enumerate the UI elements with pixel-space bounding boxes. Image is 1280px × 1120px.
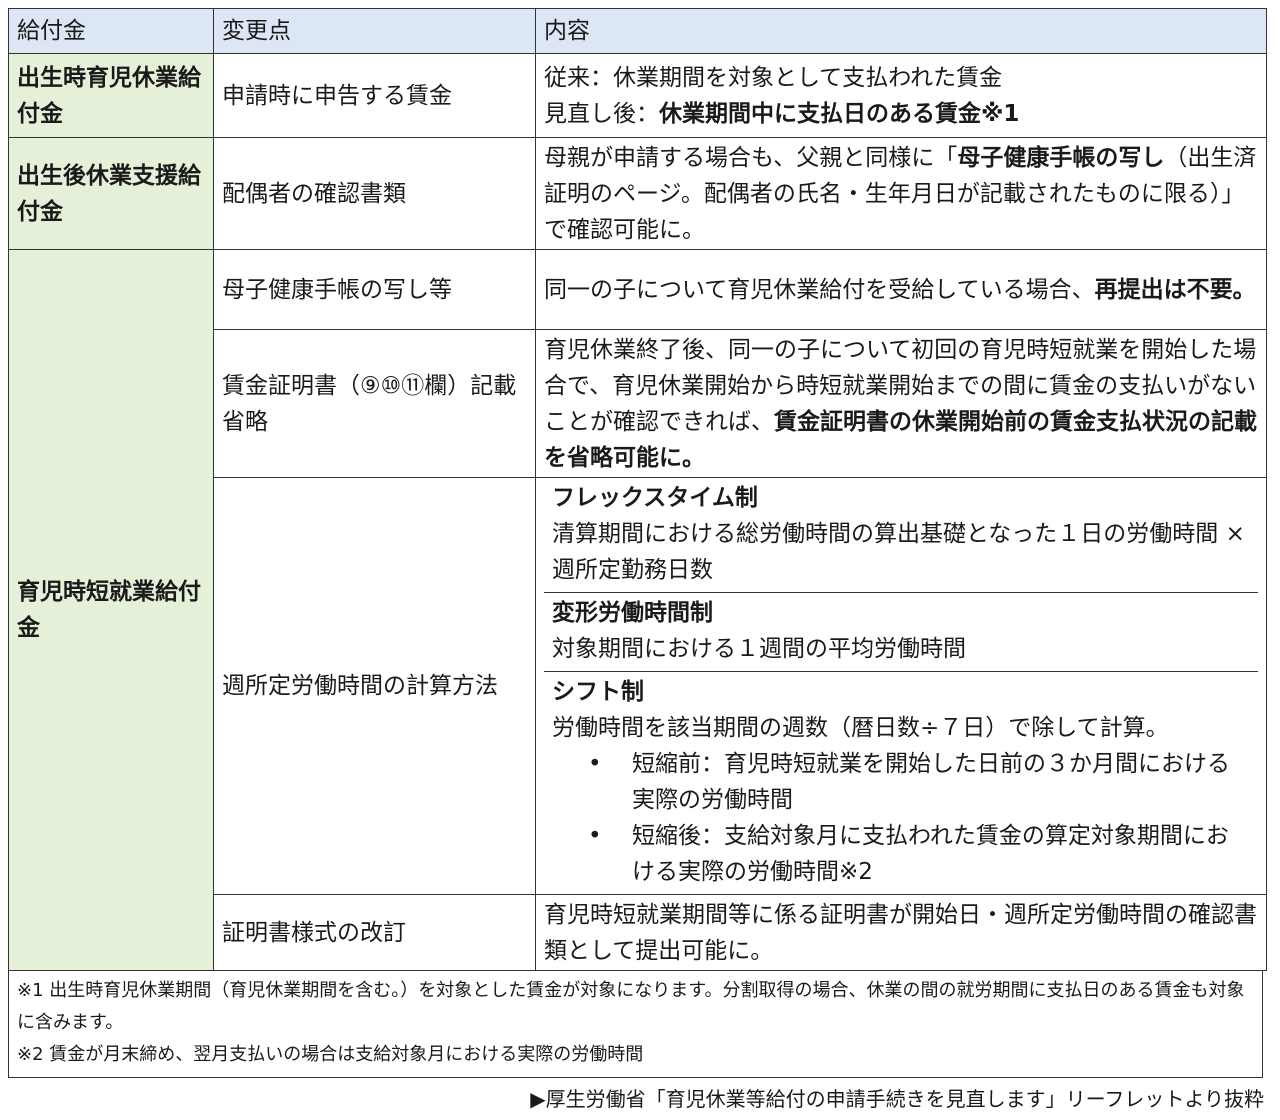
variable-hours-block: 変形労働時間制 対象期間における１週間の平均労働時間 bbox=[544, 593, 1258, 672]
list-item-text: 短縮前：育児時短就業を開始した日前の３か月間における実際の労働時間 bbox=[632, 751, 1230, 813]
list-item-text: 短縮後：支給対象月に支払われた賃金の算定対象期間における実際の労働時間※2 bbox=[632, 823, 1229, 885]
source-citation: ▶厚生労働省「育児休業等給付の申請手続きを見直します」リーフレットより抜粋 bbox=[530, 1087, 1264, 1111]
content-bold-text: 再提出は不要。 bbox=[1094, 276, 1256, 303]
change-cell: 申請時に申告する賃金 bbox=[213, 53, 536, 138]
content-text: 母親が申請する場合も、父親と同様に「 bbox=[544, 144, 958, 171]
change-cell: 証明書様式の改訂 bbox=[213, 894, 536, 971]
content-cell: 母親が申請する場合も、父親と同様に「母子健康手帳の写し（出生済証明のページ。配偶… bbox=[535, 137, 1267, 250]
change-cell: 配偶者の確認書類 bbox=[213, 137, 536, 250]
content-cell: 育児休業終了後、同一の子について初回の育児時短就業を開始した場合で、育児休業開始… bbox=[535, 329, 1267, 478]
bullet-icon: • bbox=[588, 823, 602, 849]
flex-time-text: 清算期間における総労働時間の算出基礎となった１日の労働時間 × 週所定勤務日数 bbox=[552, 521, 1245, 583]
shift-text: 労働時間を該当期間の週数（暦日数÷７日）で除して計算。 bbox=[552, 715, 1169, 741]
variable-hours-title: 変形労働時間制 bbox=[552, 600, 713, 626]
benefit-cell: 出生時育児休業給付金 bbox=[8, 53, 214, 138]
flex-time-block: フレックスタイム制 清算期間における総労働時間の算出基礎となった１日の労働時間 … bbox=[544, 478, 1258, 593]
benefit-cell: 育児時短就業給付金 bbox=[8, 249, 214, 971]
content-cell: 育児時短就業期間等に係る証明書が開始日・週所定労働時間の確認書類として提出可能に… bbox=[535, 894, 1267, 971]
change-cell: 賃金証明書（⑨⑩⑪欄）記載省略 bbox=[213, 329, 536, 478]
footnote: ※1 出生時育児休業期間（育児休業期間を含む。）を対象とした賃金が対象になります… bbox=[17, 980, 1245, 1033]
page: 給付金 変更点 内容 出生時育児休業給付金 申請時に申告する賃金 従来：休業期間… bbox=[8, 8, 1267, 1114]
content-cell: 従来：休業期間を対象として支払われた賃金 見直し後：休業期間中に支払日のある賃金… bbox=[535, 53, 1267, 138]
shift-block: シフト制 労働時間を該当期間の週数（暦日数÷７日）で除して計算。 • 短縮前：育児… bbox=[544, 672, 1258, 894]
variable-hours-text: 対象期間における１週間の平均労働時間 bbox=[552, 636, 966, 662]
list-item: • 短縮後：支給対象月に支払われた賃金の算定対象期間における実際の労働時間※2 bbox=[552, 818, 1250, 890]
benefit-changes-table: 給付金 変更点 内容 出生時育児休業給付金 申請時に申告する賃金 従来：休業期間… bbox=[8, 8, 1267, 971]
content-text: 同一の子について育児休業給付を受給している場合、 bbox=[544, 276, 1095, 303]
content-text: 見直し後： bbox=[544, 100, 659, 127]
flex-time-title: フレックスタイム制 bbox=[552, 485, 758, 511]
footnotes: ※1 出生時育児休業期間（育児休業期間を含む。）を対象とした賃金が対象になります… bbox=[8, 971, 1263, 1078]
shift-title: シフト制 bbox=[552, 679, 644, 705]
header-benefit: 給付金 bbox=[8, 8, 214, 54]
list-item: • 短縮前：育児時短就業を開始した日前の３か月間における実際の労働時間 bbox=[552, 746, 1250, 818]
change-cell: 母子健康手帳の写し等 bbox=[213, 249, 536, 330]
change-cell: 週所定労働時間の計算方法 bbox=[213, 477, 536, 895]
benefit-cell: 出生後休業支援給付金 bbox=[8, 137, 214, 250]
header-change: 変更点 bbox=[213, 8, 536, 54]
content-line: 従来：休業期間を対象として支払われた賃金 bbox=[544, 64, 1003, 91]
content-line: 見直し後：休業期間中に支払日のある賃金※1 bbox=[544, 96, 1258, 132]
footnote: ※2 賃金が月末締め、翌月支払いの場合は支給対象月における実際の労働時間 bbox=[17, 1044, 644, 1065]
content-cell: フレックスタイム制 清算期間における総労働時間の算出基礎となった１日の労働時間 … bbox=[535, 477, 1267, 895]
header-row: 給付金 変更点 内容 bbox=[8, 8, 1267, 54]
content-bold-text: 母子健康手帳の写し bbox=[957, 144, 1165, 171]
header-content: 内容 bbox=[535, 8, 1267, 54]
shift-bullet-list: • 短縮前：育児時短就業を開始した日前の３か月間における実際の労働時間 • 短縮後：… bbox=[552, 746, 1250, 890]
table-row: 育児時短就業給付金 母子健康手帳の写し等 同一の子について育児休業給付を受給して… bbox=[8, 249, 1267, 971]
table-row: 出生時育児休業給付金 申請時に申告する賃金 従来：休業期間を対象として支払われた… bbox=[8, 53, 1267, 138]
content-cell: 同一の子について育児休業給付を受給している場合、再提出は不要。 bbox=[535, 249, 1267, 330]
content-bold-text: 休業期間中に支払日のある賃金※1 bbox=[659, 100, 1020, 127]
bullet-icon: • bbox=[588, 751, 602, 777]
table-row: 出生後休業支援給付金 配偶者の確認書類 母親が申請する場合も、父親と同様に「母子… bbox=[8, 137, 1267, 250]
